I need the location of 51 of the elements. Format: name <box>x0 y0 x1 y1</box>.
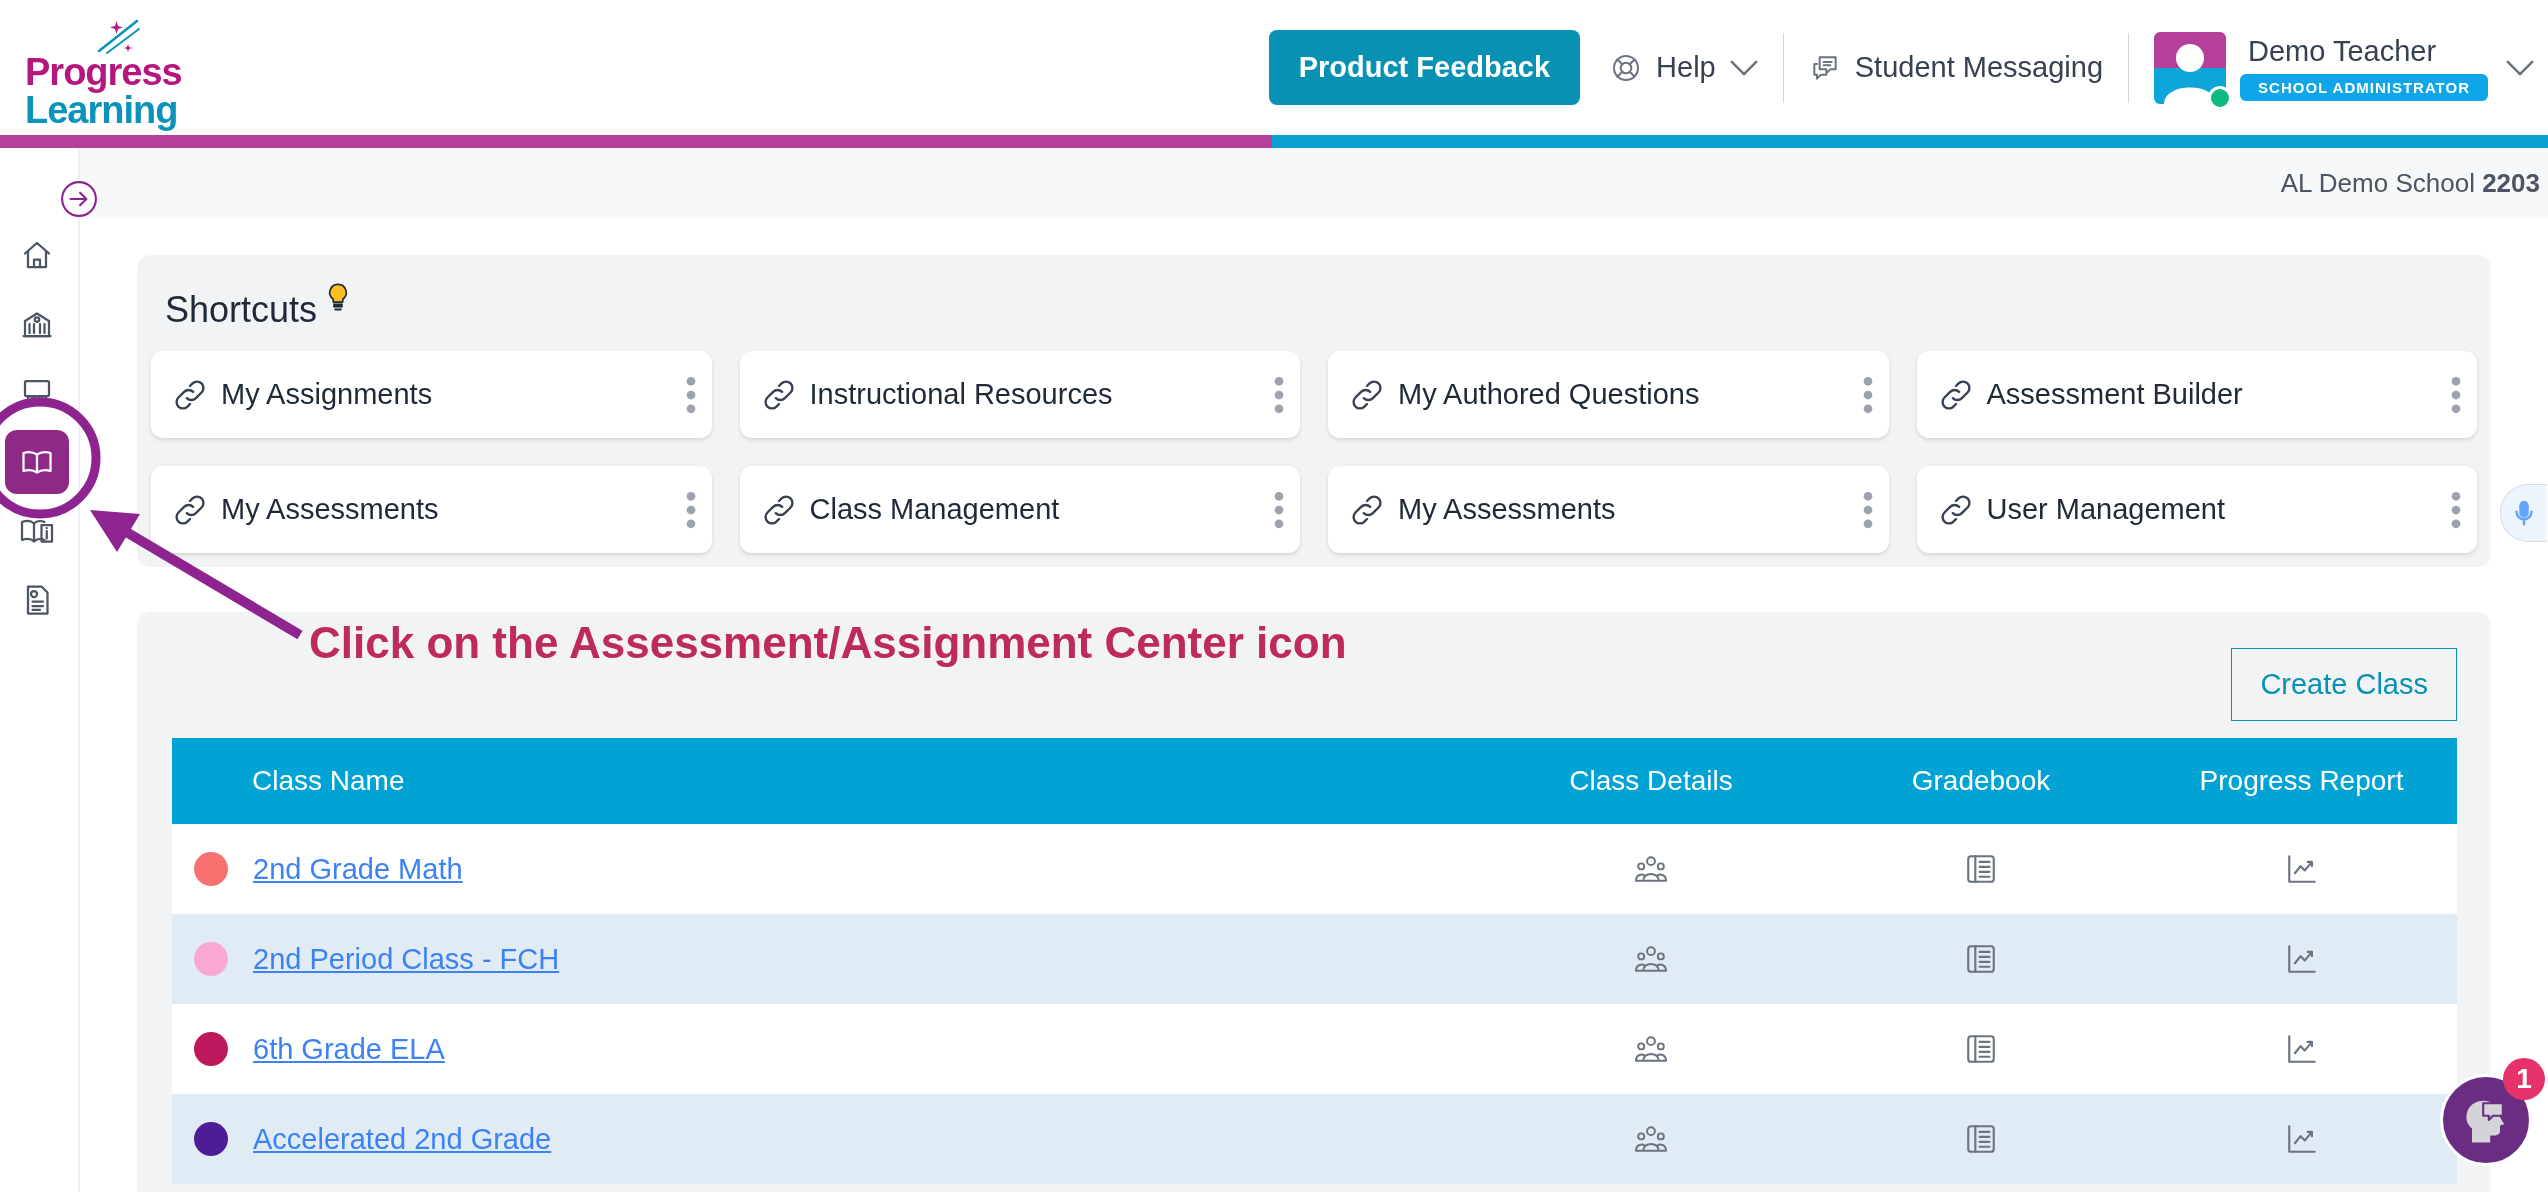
logo[interactable]: Progress Learning <box>25 6 182 129</box>
annotation-text: Click on the Assessment/Assignment Center icon <box>309 618 1347 668</box>
gradebook-icon[interactable] <box>1964 852 1998 886</box>
sidebar-item[interactable] <box>5 430 69 494</box>
kebab-menu-icon[interactable] <box>1862 375 1873 414</box>
column-header: Class Details <box>1568 765 1734 797</box>
kebab-menu-icon[interactable] <box>685 375 696 414</box>
column-header: Progress Report <box>2198 765 2405 797</box>
product-feedback-button[interactable]: Product Feedback <box>1268 30 1581 105</box>
chevron-down-icon[interactable] <box>2506 59 2534 76</box>
notification-badge: 1 <box>2503 1058 2545 1100</box>
kebab-menu-icon[interactable] <box>1274 490 1284 529</box>
user-name: Demo Teacher <box>2247 34 2437 68</box>
shortcuts-title: Shortcuts <box>165 289 318 331</box>
kebab-menu-icon[interactable] <box>2451 490 2461 529</box>
shortcut-card[interactable]: My Authored Questions <box>1328 351 1889 438</box>
avatar-silhouette-icon <box>2154 31 2227 104</box>
shortcut-label: My Assessments <box>1398 493 1617 526</box>
shortcut-label: Assessment Builder <box>1986 378 2244 411</box>
logo-wordmark: Progress Learning <box>25 52 182 129</box>
help-menu[interactable]: Help <box>1610 51 1758 84</box>
shortcut-label: My Assessments <box>221 493 440 526</box>
shortcut-card[interactable]: User Management <box>1916 466 2477 553</box>
lightbulb-icon <box>327 283 350 313</box>
school-name: AL Demo School 2203 <box>2280 167 2540 199</box>
shortcut-card[interactable]: Instructional Resources <box>739 351 1300 438</box>
shortcut-card[interactable]: My Assessments <box>151 466 712 553</box>
gradebook-icon[interactable] <box>1964 942 1998 976</box>
shortcut-card[interactable]: Class Management <box>739 466 1300 553</box>
shortcut-label: My Authored Questions <box>1398 378 1701 411</box>
kebab-menu-icon[interactable] <box>1274 375 1284 414</box>
class-name-link[interactable]: 6th Grade ELA <box>253 1032 445 1066</box>
shortcut-card[interactable]: My Assignments <box>151 351 712 438</box>
shortcut-card[interactable]: Assessment Builder <box>1916 351 2477 438</box>
role-badge: SCHOOL ADMINISTRATOR <box>2240 73 2488 101</box>
kebab-menu-icon[interactable] <box>685 490 696 529</box>
chevron-down-icon <box>1729 59 1758 76</box>
class-name-link[interactable]: 2nd Grade Math <box>253 852 463 886</box>
kebab-menu-icon[interactable] <box>2451 375 2461 414</box>
column-header: Class Name <box>251 765 406 797</box>
gradebook-icon[interactable] <box>1964 1032 1998 1066</box>
kebab-menu-icon[interactable] <box>1862 490 1873 529</box>
shortcut-card[interactable]: My Assessments <box>1328 466 1889 553</box>
column-header: Gradebook <box>1910 765 2052 797</box>
shortcut-label: User Management <box>1986 493 2227 526</box>
shortcut-label: Class Management <box>809 493 1061 526</box>
shortcut-label: Instructional Resources <box>809 378 1114 411</box>
student-messaging-link[interactable]: Student Messaging <box>1808 51 2104 84</box>
microphone-button[interactable] <box>2500 484 2547 542</box>
shortcut-label: My Assignments <box>221 378 434 411</box>
gradebook-icon[interactable] <box>1964 1122 1998 1156</box>
